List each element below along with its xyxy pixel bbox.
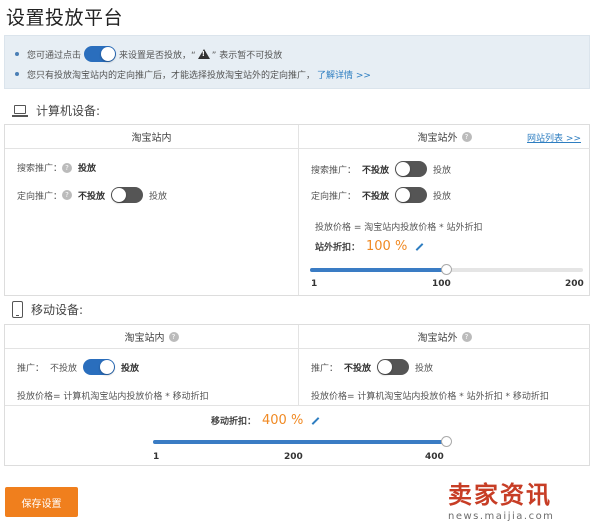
pencil-icon[interactable] xyxy=(415,242,424,251)
help-icon[interactable]: ? xyxy=(62,190,73,200)
warning-icon xyxy=(197,49,210,59)
column-divider xyxy=(298,125,299,295)
pencil-icon[interactable] xyxy=(311,416,320,425)
mobile-inside-price-note: 投放价格= 计算机淘宝站内投放价格 * 移动折扣 xyxy=(17,392,209,402)
pc-outside-discount-label: 站外折扣： xyxy=(315,243,361,253)
pc-inside-search-value: 投放 xyxy=(78,164,97,174)
mobile-outside-price-note: 投放价格= 计算机淘宝站内投放价格 * 站外折扣 * 移动折扣 xyxy=(311,392,549,402)
mobile-slider-tick-min: 1 xyxy=(153,452,160,462)
pc-outside-discount-value: 100 % xyxy=(366,239,408,254)
pc-inside-search-row: 搜索推广： ? 投放 xyxy=(17,161,102,174)
mobile-inside-promo-toggle[interactable] xyxy=(83,359,116,375)
pc-outside-price-note: 投放价格 = 淘宝站内投放价格 * 站外折扣 xyxy=(315,223,483,233)
mobile-discount-value: 400 % xyxy=(262,413,304,428)
slider-thumb[interactable] xyxy=(441,436,452,447)
mobile-outside-promo-toggle[interactable] xyxy=(377,359,410,375)
slider-fill xyxy=(310,268,446,272)
save-settings-button[interactable]: 保存设置 xyxy=(5,487,78,517)
notice-line-1-middle: 来设置是否投放，“ xyxy=(119,50,196,61)
mobile-inside-header: 淘宝站内 ? xyxy=(5,325,298,349)
help-icon[interactable]: ? xyxy=(168,331,179,342)
row-divider xyxy=(5,405,589,406)
mobile-outside-header: 淘宝站外 ? xyxy=(299,325,590,349)
mobile-section-title: 移动设备: xyxy=(31,303,84,317)
mobile-outside-promo-label: 推广： xyxy=(311,363,339,374)
pc-inside-targeted-label: 定向推广： xyxy=(17,191,63,202)
pc-outside-search-off-label: 不投放 xyxy=(362,165,390,176)
example-toggle xyxy=(84,46,117,62)
notice-line-1: 您可通过点击 来设置是否投放，“ ” 表示暂不可投放 xyxy=(15,44,579,64)
pc-outside-targeted-on-label: 投放 xyxy=(433,191,452,202)
pc-outside-targeted-toggle[interactable] xyxy=(395,187,428,203)
mobile-discount-label: 移动折扣： xyxy=(211,417,257,427)
mobile-slider-tick-max: 400 xyxy=(425,452,444,462)
pc-inside-targeted-row: 定向推广： ? 不投放 投放 xyxy=(17,187,167,203)
mobile-discount-slider[interactable] xyxy=(153,435,452,449)
slider-fill xyxy=(153,440,446,444)
learn-more-link[interactable]: 了解详情 >> xyxy=(317,68,371,81)
bullet-icon xyxy=(15,52,19,56)
pc-outside-targeted-row: 定向推广： 不投放 投放 xyxy=(311,187,451,203)
mobile-outside-header-label: 淘宝站外 xyxy=(417,333,458,344)
pc-inside-targeted-toggle[interactable] xyxy=(111,187,144,203)
pc-outside-targeted-label: 定向推广： xyxy=(311,191,357,202)
pc-outside-search-on-label: 投放 xyxy=(433,165,452,176)
pc-inside-targeted-off-label: 不投放 xyxy=(78,191,106,202)
mobile-inside-promo-label: 推广： xyxy=(17,363,45,374)
mobile-inside-promo-row: 推广： 不投放 投放 xyxy=(17,359,145,375)
pc-outside-search-label: 搜索推广： xyxy=(311,165,357,176)
notice-line-1-suffix: ” 表示暂不可投放 xyxy=(211,50,283,61)
mobile-section-head: 移动设备: xyxy=(12,301,83,318)
mobile-inside-promo-on-label: 投放 xyxy=(121,363,140,374)
pc-slider-tick-max: 200 xyxy=(565,279,584,289)
bullet-icon xyxy=(15,72,19,76)
pc-outside-header-label: 淘宝站外 xyxy=(417,133,458,144)
mobile-outside-promo-row: 推广： 不投放 投放 xyxy=(311,359,433,375)
laptop-icon xyxy=(12,104,28,117)
pc-section-head: 计算机设备: xyxy=(12,102,100,119)
notice-line-2-text: 您只有投放淘宝站内的定向推广后，才能选择投放淘宝站外的定向推广， xyxy=(27,70,316,81)
pc-section-title: 计算机设备: xyxy=(36,104,101,118)
mobile-outside-promo-on-label: 投放 xyxy=(415,363,434,374)
pc-outside-search-toggle[interactable] xyxy=(395,161,428,177)
mobile-slider-tick-mid: 200 xyxy=(284,452,303,462)
mobile-inside-header-label: 淘宝站内 xyxy=(124,333,165,344)
column-divider xyxy=(298,325,299,405)
slider-thumb[interactable] xyxy=(440,264,452,275)
watermark-brand: 卖家资讯 xyxy=(448,481,552,509)
notice-box: 您可通过点击 来设置是否投放，“ ” 表示暂不可投放 您只有投放淘宝站内的定向推… xyxy=(4,35,590,89)
pc-inside-targeted-on-label: 投放 xyxy=(149,191,168,202)
pc-inside-search-label: 搜索推广： xyxy=(17,164,63,174)
watermark-domain: news.maijia.com xyxy=(448,511,555,522)
pc-slider-tick-mid: 100 xyxy=(432,279,451,289)
pc-slider-tick-min: 1 xyxy=(311,279,318,289)
pc-inside-header: 淘宝站内 xyxy=(5,125,298,149)
pc-outside-targeted-off-label: 不投放 xyxy=(362,191,390,202)
help-icon[interactable]: ? xyxy=(461,331,472,342)
pc-outside-discount-row: 站外折扣： 100 % xyxy=(315,239,424,254)
notice-line-1-prefix: 您可通过点击 xyxy=(27,50,82,61)
mobile-outside-promo-off-label: 不投放 xyxy=(344,363,372,374)
pc-outside-discount-slider[interactable] xyxy=(310,263,583,277)
page-title: 设置投放平台 xyxy=(6,7,124,29)
mobile-panel: 淘宝站内 ? 淘宝站外 ? 推广： 不投放 投放 投放价格= 计算机淘宝站内投放… xyxy=(4,324,590,466)
phone-icon xyxy=(12,301,23,318)
watermark: 卖家资讯 news.maijia.com xyxy=(448,475,588,522)
mobile-inside-promo-off-label: 不投放 xyxy=(50,363,78,374)
help-icon[interactable]: ? xyxy=(461,131,472,142)
mobile-discount-row: 移动折扣： 400 % xyxy=(211,413,320,428)
notice-line-2: 您只有投放淘宝站内的定向推广后，才能选择投放淘宝站外的定向推广， 了解详情 >> xyxy=(15,64,579,84)
pc-panel: 淘宝站内 淘宝站外 ? 网站列表 >> 搜索推广： ? 投放 定向推广： ? 不… xyxy=(4,124,590,296)
site-list-link[interactable]: 网站列表 >> xyxy=(527,131,581,144)
help-icon[interactable]: ? xyxy=(62,162,73,173)
pc-outside-search-row: 搜索推广： 不投放 投放 xyxy=(311,161,451,177)
pc-inside-header-label: 淘宝站内 xyxy=(131,133,172,144)
